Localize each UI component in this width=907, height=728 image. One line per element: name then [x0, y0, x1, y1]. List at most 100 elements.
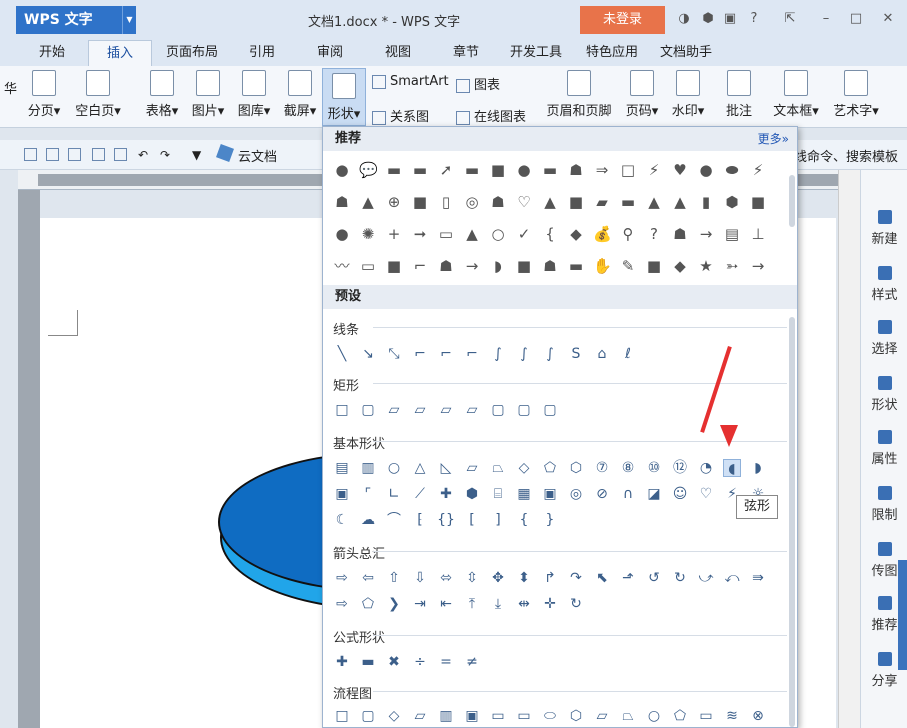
- help-icon[interactable]: ?: [746, 11, 762, 27]
- tab-insert[interactable]: 插入: [88, 40, 152, 66]
- double-bracket-icon[interactable]: ⁅: [411, 511, 429, 529]
- shape-icon[interactable]: ◆: [567, 225, 585, 243]
- flowchart-manual-operation-icon[interactable]: ⏢: [619, 707, 637, 725]
- left-bracket-icon[interactable]: [: [463, 511, 481, 529]
- shape-icon[interactable]: ▲: [463, 225, 481, 243]
- flowchart-offpage-icon[interactable]: ⬠: [671, 707, 689, 725]
- smartart-button[interactable]: SmartArt: [372, 74, 449, 89]
- round-diagonal-rectangle-icon[interactable]: ▢: [541, 401, 559, 419]
- hexagon-icon[interactable]: ⬡: [567, 459, 585, 477]
- up-down-arrow-icon[interactable]: ⇳: [463, 569, 481, 587]
- right-arrow-icon[interactable]: ⇨: [333, 569, 351, 587]
- command-search-hint[interactable]: 线命令、搜索模板: [794, 146, 898, 165]
- shape-icon[interactable]: ■: [385, 257, 403, 275]
- shape-icon[interactable]: ☗: [437, 257, 455, 275]
- open-icon[interactable]: [24, 148, 37, 161]
- tab-doc-assistant[interactable]: 文档助手: [654, 40, 718, 66]
- curved-right-arrow-icon[interactable]: ↺: [645, 569, 663, 587]
- flowchart-predefined-icon[interactable]: ▥: [437, 707, 455, 725]
- shape-icon[interactable]: ⊕: [385, 193, 403, 211]
- shape-icon[interactable]: ▰: [593, 193, 611, 211]
- can-icon[interactable]: ⌸: [489, 485, 507, 503]
- round-two-corner-rectangle-icon[interactable]: ▢: [515, 401, 533, 419]
- left-up-arrow-icon[interactable]: ⬉: [593, 569, 611, 587]
- shape-icon[interactable]: ▤: [723, 225, 741, 243]
- plus-icon[interactable]: ✚: [437, 485, 455, 503]
- pentagon-arrow-icon[interactable]: ⬠: [359, 595, 377, 613]
- shape-icon[interactable]: ▬: [567, 257, 585, 275]
- smiley-icon[interactable]: ☺: [671, 485, 689, 503]
- gallery-button[interactable]: 图库▾: [234, 70, 274, 119]
- shape-icon[interactable]: ⚲: [619, 225, 637, 243]
- l-shape-icon[interactable]: ∟: [385, 485, 403, 503]
- page-break-button[interactable]: 分页▾: [24, 70, 64, 119]
- shape-icon[interactable]: ●: [333, 161, 351, 179]
- shape-icon[interactable]: ▬: [619, 193, 637, 211]
- cloud-icon[interactable]: ☁: [359, 511, 377, 529]
- shape-icon[interactable]: ▲: [671, 193, 689, 211]
- math-divide-icon[interactable]: ÷: [411, 653, 429, 671]
- watermark-button[interactable]: 水印▾: [668, 70, 708, 119]
- chart-button[interactable]: 图表: [456, 74, 500, 93]
- shape-icon[interactable]: ⬢: [723, 193, 741, 211]
- down-arrow-callout-icon[interactable]: ⤓: [489, 595, 507, 613]
- wordart-button[interactable]: 艺术字▾: [830, 70, 882, 119]
- sidebar-item-style[interactable]: 样式: [861, 266, 907, 303]
- curved-arrow-icon[interactable]: ∫: [515, 345, 533, 363]
- vertical-ruler[interactable]: [18, 190, 40, 728]
- frame-icon[interactable]: ▣: [333, 485, 351, 503]
- shape-icon[interactable]: ■: [411, 193, 429, 211]
- tab-section[interactable]: 章节: [440, 40, 492, 66]
- sidebar-item-new[interactable]: 新建: [861, 210, 907, 247]
- snip-two-corner-rectangle-icon[interactable]: ▱: [411, 401, 429, 419]
- shape-icon[interactable]: ◎: [463, 193, 481, 211]
- flowchart-data-icon[interactable]: ▱: [411, 707, 429, 725]
- shape-icon[interactable]: ▮: [697, 193, 715, 211]
- plaque-icon[interactable]: ⬢: [463, 485, 481, 503]
- shape-icon[interactable]: {: [541, 225, 559, 243]
- u-turn-arrow-icon[interactable]: ↷: [567, 569, 585, 587]
- up-arrow-callout-icon[interactable]: ⤒: [463, 595, 481, 613]
- left-brace-icon[interactable]: {: [515, 511, 533, 529]
- redo-icon[interactable]: ↷: [160, 148, 173, 162]
- shape-icon[interactable]: ●: [515, 161, 533, 179]
- math-equal-icon[interactable]: =: [437, 653, 455, 671]
- shape-icon[interactable]: ➳: [723, 257, 741, 275]
- login-button[interactable]: 未登录: [580, 6, 665, 34]
- shape-icon[interactable]: ⬬: [723, 161, 741, 179]
- math-minus-icon[interactable]: ▬: [359, 653, 377, 671]
- oval-icon[interactable]: ○: [385, 459, 403, 477]
- curve-icon[interactable]: S: [567, 345, 585, 363]
- more-link[interactable]: 更多»: [758, 127, 789, 151]
- striped-right-arrow-icon[interactable]: ⇛: [749, 569, 767, 587]
- export-pdf-icon[interactable]: [68, 148, 81, 161]
- freeform-icon[interactable]: ⌂: [593, 345, 611, 363]
- half-frame-icon[interactable]: ⌜: [359, 485, 377, 503]
- curved-connector-icon[interactable]: ∫: [489, 345, 507, 363]
- snip-corner-rectangle-icon[interactable]: ▱: [385, 401, 403, 419]
- relation-chart-button[interactable]: 关系图: [372, 106, 429, 125]
- elbow-connector-icon[interactable]: ⌐: [411, 345, 429, 363]
- moon-icon[interactable]: ☾: [333, 511, 351, 529]
- circular-arrow-icon[interactable]: ↻: [567, 595, 585, 613]
- left-right-arrow-icon[interactable]: ⬄: [437, 569, 455, 587]
- shape-icon[interactable]: ■: [489, 161, 507, 179]
- shape-icon[interactable]: ▬: [463, 161, 481, 179]
- parallelogram-icon[interactable]: ▱: [463, 459, 481, 477]
- right-brace-icon[interactable]: }: [541, 511, 559, 529]
- right-triangle-icon[interactable]: ◺: [437, 459, 455, 477]
- flowchart-process-icon[interactable]: □: [333, 707, 351, 725]
- page-number-button[interactable]: 页码▾: [622, 70, 662, 119]
- double-brace-icon[interactable]: {}: [437, 511, 455, 529]
- customize-chevron-icon[interactable]: ▼: [192, 148, 205, 162]
- folded-corner-icon[interactable]: ◪: [645, 485, 663, 503]
- flowchart-internal-storage-icon[interactable]: ▣: [463, 707, 481, 725]
- shape-icon[interactable]: ➚: [437, 161, 455, 179]
- shape-icon[interactable]: ☗: [567, 161, 585, 179]
- undo-icon[interactable]: ↶: [138, 148, 151, 162]
- flowchart-document-icon[interactable]: ▭: [489, 707, 507, 725]
- shape-icon[interactable]: ✺: [359, 225, 377, 243]
- left-right-up-arrow-icon[interactable]: ⬍: [515, 569, 533, 587]
- dodecagon-icon[interactable]: ⑫: [671, 459, 689, 477]
- share-icon[interactable]: ▣: [722, 11, 738, 27]
